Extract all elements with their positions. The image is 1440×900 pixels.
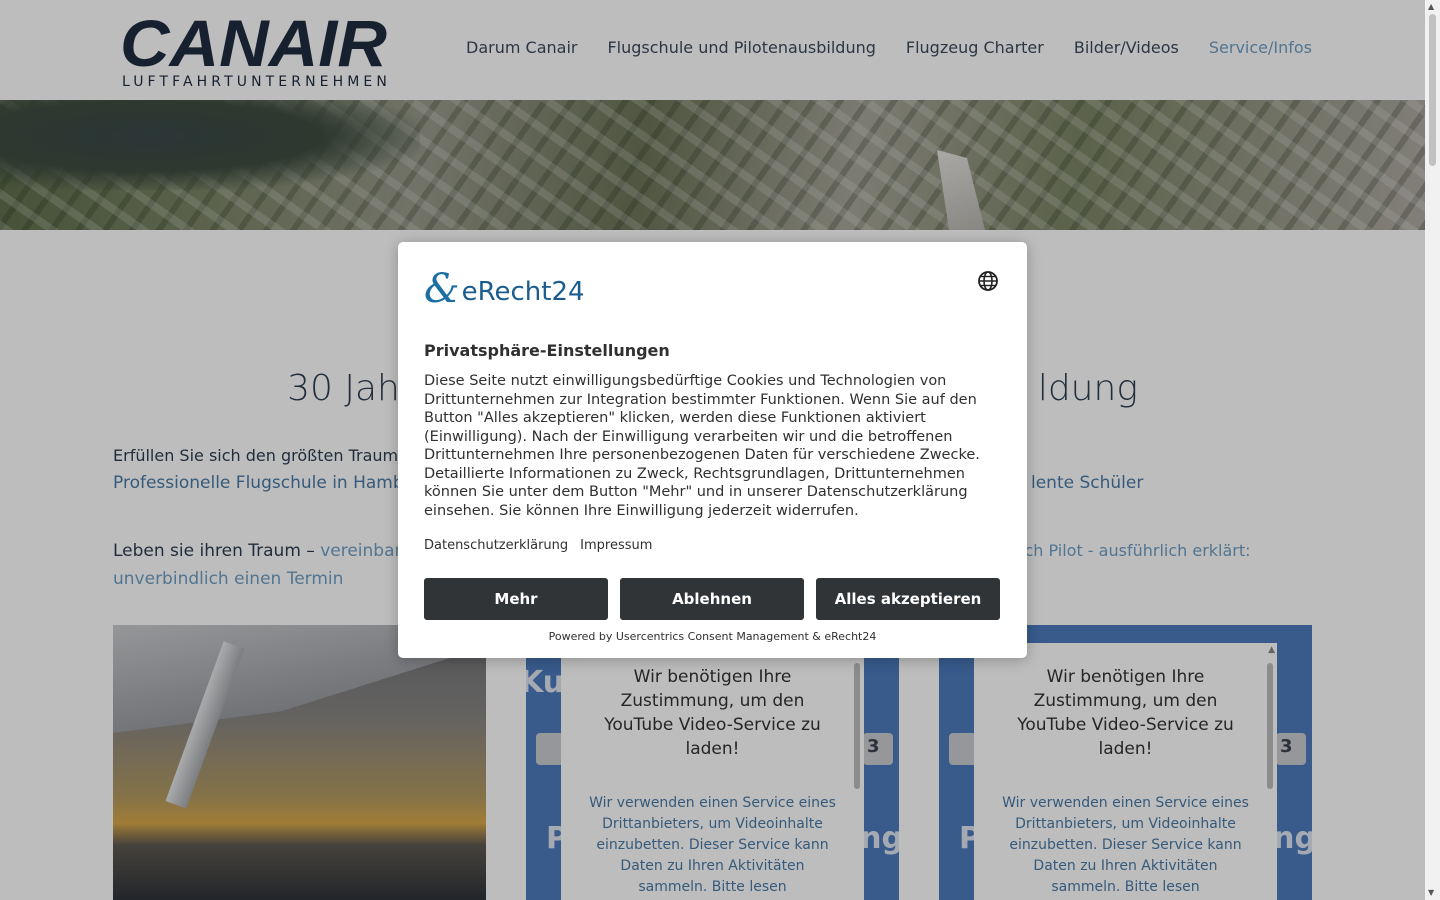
scroll-up-icon[interactable]: ▲	[1428, 2, 1434, 11]
scrollbar-thumb[interactable]	[1429, 14, 1436, 166]
powered-by-text: Powered by Usercentrics Consent Manageme…	[548, 630, 877, 643]
modal-body-text: Diese Seite nutzt einwilligungsbedürftig…	[424, 373, 980, 519]
privacy-consent-modal: & eRecht24 Privatsphäre-Einstellungen Di…	[398, 242, 1027, 658]
privacy-policy-link[interactable]: Datenschutzerklärung	[424, 538, 568, 553]
modal-buttons: Mehr Ablehnen Alles akzeptieren	[424, 578, 1000, 620]
erecht24-logo-mark: &	[424, 266, 460, 312]
more-button[interactable]: Mehr	[424, 578, 608, 620]
accept-all-button[interactable]: Alles akzeptieren	[816, 578, 1000, 620]
erecht24-logo-word: eRecht24	[461, 277, 585, 307]
globe-icon[interactable]	[977, 270, 999, 292]
erecht24-logo: & eRecht24	[424, 269, 594, 309]
modal-title: Privatsphäre-Einstellungen	[424, 341, 670, 360]
modal-links: Datenschutzerklärung Impressum	[424, 538, 652, 553]
decline-button[interactable]: Ablehnen	[620, 578, 804, 620]
scroll-down-icon[interactable]: ▼	[1428, 888, 1434, 897]
imprint-link[interactable]: Impressum	[580, 538, 652, 553]
page-scrollbar[interactable]: ▲ ▼	[1425, 0, 1440, 900]
